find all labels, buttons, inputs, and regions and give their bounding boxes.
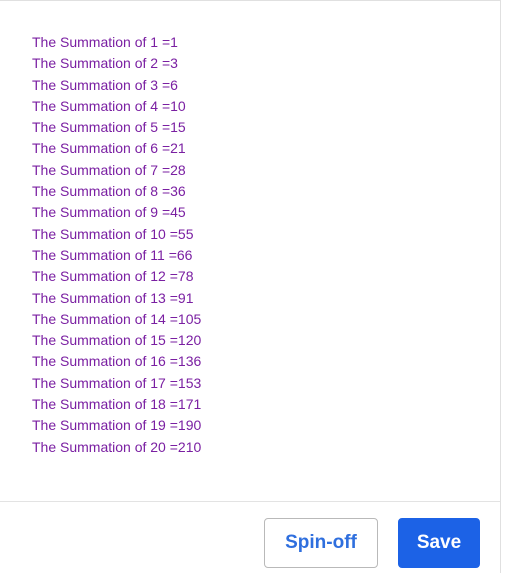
- output-line: The Summation of 13 =91: [32, 289, 194, 306]
- output-list: The Summation of 1 =1 The Summation of 2…: [32, 32, 201, 458]
- output-line: The Summation of 5 =15: [32, 119, 186, 136]
- output-line: The Summation of 12 =78: [32, 268, 194, 285]
- dialog-footer: Spin-off Save: [0, 501, 500, 573]
- output-line: The Summation of 17 =153: [32, 374, 202, 391]
- output-line: The Summation of 8 =36: [32, 183, 186, 200]
- output-line: The Summation of 14 =105: [32, 310, 202, 327]
- output-line: The Summation of 15 =120: [32, 332, 202, 349]
- output-line: The Summation of 18 =171: [32, 396, 202, 413]
- output-line: The Summation of 2 =3: [32, 55, 178, 72]
- output-line: The Summation of 16 =136: [32, 353, 202, 370]
- output-line: The Summation of 6 =21: [32, 140, 186, 157]
- output-line: The Summation of 19 =190: [32, 417, 202, 434]
- save-button[interactable]: Save: [398, 518, 480, 568]
- output-line: The Summation of 20 =210: [32, 438, 202, 455]
- output-line: The Summation of 11 =66: [32, 246, 193, 263]
- spin-off-button[interactable]: Spin-off: [264, 518, 378, 568]
- output-line: The Summation of 4 =10: [32, 97, 186, 114]
- output-panel: The Summation of 1 =1 The Summation of 2…: [0, 0, 501, 573]
- output-line: The Summation of 1 =1: [32, 34, 178, 50]
- output-line: The Summation of 3 =6: [32, 76, 178, 93]
- output-line: The Summation of 7 =28: [32, 161, 186, 178]
- output-line: The Summation of 9 =45: [32, 204, 186, 221]
- output-line: The Summation of 10 =55: [32, 225, 194, 242]
